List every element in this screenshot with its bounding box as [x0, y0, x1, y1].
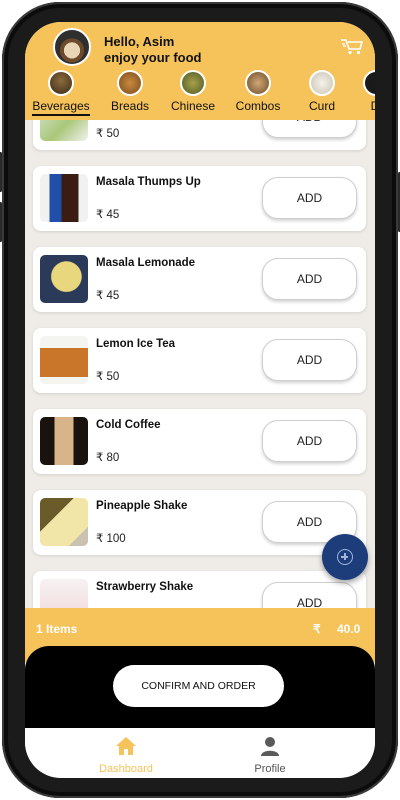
product-card: Lemon Ice Tea ₹ 50 ADD	[33, 328, 366, 393]
confirm-panel: CONFIRM AND ORDER	[25, 646, 375, 728]
add-fab-button[interactable]	[322, 534, 368, 580]
product-image	[40, 417, 88, 465]
product-price: ₹ 100	[96, 533, 126, 545]
tab-beverages[interactable]: Beverages	[32, 70, 90, 120]
add-button[interactable]: ADD	[262, 339, 357, 381]
product-card: ₹ 50 ADD	[33, 120, 366, 150]
product-image	[40, 120, 88, 141]
product-price: ₹ 50	[96, 128, 120, 140]
confirm-order-button[interactable]: CONFIRM AND ORDER	[113, 665, 284, 707]
tab-label: Breads	[110, 99, 150, 113]
product-price: ₹ 45	[96, 290, 120, 302]
curd-icon	[309, 70, 335, 96]
tab-label: Beverages	[32, 99, 90, 116]
avatar[interactable]	[53, 28, 91, 66]
tab-chinese[interactable]: Chinese	[169, 70, 217, 120]
nav-profile[interactable]: Profile	[225, 736, 315, 775]
tab-curd[interactable]: Curd	[305, 70, 339, 120]
product-price: ₹ 50	[96, 371, 120, 383]
product-card: Cold Coffee ₹ 80 ADD	[33, 409, 366, 474]
category-tabs: Beverages Breads Chinese Combos Curd D	[25, 70, 375, 120]
product-card: Strawberry Shake ADD	[33, 571, 366, 608]
volume-button	[0, 152, 2, 192]
product-name: Cold Coffee	[96, 419, 161, 431]
product-name: Lemon Ice Tea	[96, 338, 176, 350]
product-card: Pineapple Shake ₹ 100 ADD	[33, 490, 366, 555]
product-card: Masala Lemonade ₹ 45 ADD	[33, 247, 366, 312]
category-icon	[363, 70, 375, 96]
beverages-icon	[48, 70, 74, 96]
add-button[interactable]: ADD	[262, 582, 357, 608]
tab-label: Curd	[308, 99, 335, 113]
volume-button	[0, 202, 2, 242]
product-name: Masala Lemonade	[96, 257, 196, 269]
breads-icon	[117, 70, 143, 96]
currency-symbol: ₹	[313, 622, 321, 636]
tab-label: D	[370, 99, 375, 113]
item-count: 1 Items	[36, 622, 78, 636]
combos-icon	[245, 70, 271, 96]
nav-dashboard[interactable]: Dashboard	[81, 736, 171, 775]
add-button[interactable]: ADD	[262, 120, 357, 138]
greeting: Hello, Asim	[104, 34, 175, 49]
product-price: ₹ 80	[96, 452, 120, 464]
product-list: ₹ 50 ADD Masala Thumps Up ₹ 45 ADD Masal…	[25, 120, 375, 608]
greeting-subtitle: enjoy your food	[104, 50, 202, 65]
product-name: Strawberry Shake	[96, 581, 194, 593]
product-image	[40, 336, 88, 384]
person-icon	[261, 737, 279, 756]
tab-combos[interactable]: Combos	[233, 70, 283, 120]
add-button[interactable]: ADD	[262, 258, 357, 300]
product-name: Masala Thumps Up	[96, 176, 201, 188]
chinese-icon	[180, 70, 206, 96]
nav-label: Profile	[254, 763, 286, 775]
home-icon	[116, 737, 136, 755]
product-name: Pineapple Shake	[96, 500, 188, 512]
plus-circle-icon	[337, 549, 353, 565]
product-image	[40, 174, 88, 222]
tab-breads[interactable]: Breads	[108, 70, 152, 120]
app-screen: Hello, Asim enjoy your food Beverages Br…	[25, 22, 375, 778]
product-price: ₹ 45	[96, 209, 120, 221]
header: Hello, Asim enjoy your food Beverages Br…	[25, 22, 375, 120]
product-image	[40, 498, 88, 546]
cart-total: 40.0	[337, 622, 361, 636]
cart-icon[interactable]	[339, 36, 365, 56]
tab-label: Combos	[235, 99, 281, 113]
add-button[interactable]: ADD	[262, 177, 357, 219]
tab-label: Chinese	[170, 99, 216, 113]
bottom-nav: Dashboard Profile	[25, 728, 375, 778]
product-image	[40, 255, 88, 303]
tab-d[interactable]: D	[363, 70, 375, 120]
add-button[interactable]: ADD	[262, 420, 357, 462]
nav-label: Dashboard	[99, 763, 153, 775]
product-card: Masala Thumps Up ₹ 45 ADD	[33, 166, 366, 231]
product-image	[40, 579, 88, 608]
